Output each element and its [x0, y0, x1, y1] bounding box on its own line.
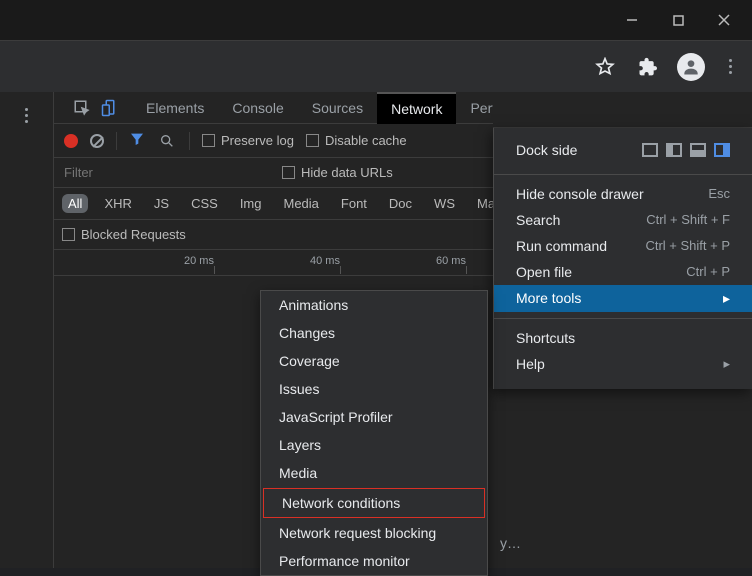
- menu-help[interactable]: Help▸: [494, 351, 752, 377]
- menu-backdrop: [493, 92, 752, 128]
- clear-button[interactable]: [90, 134, 104, 148]
- truncated-text: y…: [500, 535, 521, 551]
- chip-xhr[interactable]: XHR: [98, 194, 137, 213]
- hide-data-urls-label: Hide data URLs: [301, 165, 393, 180]
- menu-hide-drawer[interactable]: Hide console drawerEsc: [494, 181, 752, 207]
- sidebar-kebab-icon[interactable]: [19, 102, 34, 129]
- menu-run-command[interactable]: Run commandCtrl + Shift + P: [494, 233, 752, 259]
- disable-cache-checkbox[interactable]: Disable cache: [306, 133, 407, 148]
- chip-js[interactable]: JS: [148, 194, 175, 213]
- search-icon[interactable]: [157, 131, 177, 151]
- blocked-requests-checkbox[interactable]: Blocked Requests: [62, 227, 186, 242]
- chip-font[interactable]: Font: [335, 194, 373, 213]
- dock-side-label: Dock side: [516, 142, 577, 158]
- disable-cache-label: Disable cache: [325, 133, 407, 148]
- preserve-log-label: Preserve log: [221, 133, 294, 148]
- device-icon[interactable]: [100, 98, 120, 118]
- tab-elements[interactable]: Elements: [132, 92, 218, 124]
- record-button[interactable]: [64, 134, 78, 148]
- submenu-changes[interactable]: Changes: [261, 319, 487, 347]
- preserve-log-checkbox[interactable]: Preserve log: [202, 133, 294, 148]
- chip-media[interactable]: Media: [277, 194, 324, 213]
- filter-input[interactable]: [62, 165, 262, 180]
- tab-console[interactable]: Console: [218, 92, 297, 124]
- submenu-layers[interactable]: Layers: [261, 431, 487, 459]
- submenu-network-request-blocking[interactable]: Network request blocking: [261, 519, 487, 547]
- inspect-icon[interactable]: [72, 98, 92, 118]
- tab-network[interactable]: Network: [377, 92, 456, 124]
- submenu-performance-monitor[interactable]: Performance monitor: [261, 547, 487, 575]
- dock-bottom-icon[interactable]: [690, 143, 706, 157]
- submenu-network-conditions[interactable]: Network conditions: [263, 488, 485, 518]
- dock-right-icon[interactable]: [714, 143, 730, 157]
- submenu-media[interactable]: Media: [261, 459, 487, 487]
- maximize-button[interactable]: [655, 4, 701, 36]
- browser-toolbar: [0, 40, 752, 92]
- timeline-tick-label: 40 ms: [310, 255, 340, 267]
- tab-sources[interactable]: Sources: [298, 92, 377, 124]
- dock-undock-icon[interactable]: [642, 143, 658, 157]
- devtools-main-menu: Dock side Hide console drawerEsc SearchC…: [493, 128, 752, 389]
- close-button[interactable]: [701, 4, 747, 36]
- menu-more-tools[interactable]: More tools▸: [494, 285, 752, 312]
- submenu-animations[interactable]: Animations: [261, 291, 487, 319]
- chip-doc[interactable]: Doc: [383, 194, 418, 213]
- submenu-coverage[interactable]: Coverage: [261, 347, 487, 375]
- chip-all[interactable]: All: [62, 194, 88, 213]
- browser-menu-icon[interactable]: [723, 53, 738, 80]
- chip-ws[interactable]: WS: [428, 194, 461, 213]
- separator: [116, 132, 117, 150]
- devtools-sidebar: [0, 92, 54, 568]
- menu-shortcuts[interactable]: Shortcuts: [494, 325, 752, 351]
- hide-data-urls-checkbox[interactable]: Hide data URLs: [282, 165, 393, 180]
- menu-search[interactable]: SearchCtrl + Shift + F: [494, 207, 752, 233]
- more-tools-submenu: Animations Changes Coverage Issues JavaS…: [260, 290, 488, 576]
- star-icon[interactable]: [593, 55, 617, 79]
- separator: [189, 132, 190, 150]
- blocked-requests-label: Blocked Requests: [81, 227, 186, 242]
- chip-img[interactable]: Img: [234, 194, 268, 213]
- timeline-tick: [214, 266, 215, 274]
- chip-css[interactable]: CSS: [185, 194, 224, 213]
- timeline-tick-label: 60 ms: [436, 255, 466, 267]
- submenu-js-profiler[interactable]: JavaScript Profiler: [261, 403, 487, 431]
- filter-icon[interactable]: [129, 131, 145, 150]
- menu-open-file[interactable]: Open fileCtrl + P: [494, 259, 752, 285]
- minimize-button[interactable]: [609, 4, 655, 36]
- window-titlebar: [0, 0, 752, 40]
- timeline-tick: [466, 266, 467, 274]
- dock-side-row: Dock side: [494, 128, 752, 168]
- profile-avatar[interactable]: [677, 53, 705, 81]
- submenu-issues[interactable]: Issues: [261, 375, 487, 403]
- timeline-tick-label: 20 ms: [184, 255, 214, 267]
- timeline-tick: [340, 266, 341, 274]
- dock-left-icon[interactable]: [666, 143, 682, 157]
- extensions-icon[interactable]: [635, 55, 659, 79]
